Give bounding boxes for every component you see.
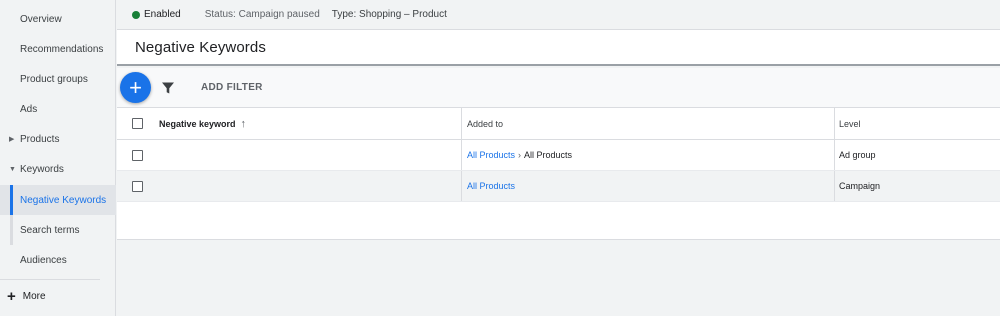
column-header-label: Level — [839, 118, 861, 129]
select-all-checkbox[interactable] — [132, 118, 143, 129]
more-button[interactable]: + More — [0, 284, 46, 308]
table-row: All Products Campaign — [117, 171, 1000, 202]
level-cell: Ad group — [839, 150, 876, 160]
added-to-cell: All Products › All Products — [467, 140, 572, 170]
level-cell: Campaign — [839, 181, 881, 191]
column-header-level[interactable]: Level — [839, 108, 861, 139]
sidebar-item-recommendations[interactable]: Recommendations — [0, 34, 116, 64]
column-divider — [461, 171, 462, 201]
sidebar-item-keywords[interactable]: ▼ Keywords — [0, 154, 116, 184]
sidebar: Overview Recommendations Product groups … — [0, 0, 116, 316]
plus-icon: + — [129, 74, 142, 100]
sidebar-item-search-terms[interactable]: Search terms — [0, 215, 116, 245]
negative-keywords-table: Negative keyword ↑ Added to Level All Pr… — [117, 108, 1000, 240]
sidebar-item-label: Products — [20, 133, 60, 145]
sidebar-divider — [0, 279, 100, 280]
table-row: All Products › All Products Ad group — [117, 140, 1000, 171]
campaign-status-bar: Enabled Status: Campaign paused Type: Sh… — [117, 0, 1000, 30]
table-toolbar: + ADD FILTER — [117, 68, 1000, 108]
sidebar-item-audiences[interactable]: Audiences — [0, 245, 116, 275]
sidebar-item-overview[interactable]: Overview — [0, 4, 116, 34]
row-checkbox[interactable] — [132, 149, 143, 161]
table-header-row: Negative keyword ↑ Added to Level — [117, 108, 1000, 140]
sidebar-item-label: Search terms — [20, 224, 80, 236]
column-divider — [834, 108, 835, 139]
plus-icon: + — [7, 287, 16, 305]
sidebar-item-negative-keywords[interactable]: Negative Keywords — [0, 185, 116, 215]
chevron-down-icon[interactable]: ▼ — [9, 166, 16, 173]
sidebar-item-label: Audiences — [20, 254, 67, 266]
add-filter-button[interactable]: ADD FILTER — [201, 82, 263, 93]
sidebar-item-label: Ads — [20, 103, 38, 115]
sidebar-item-label: Keywords — [20, 163, 64, 175]
sort-arrow-up-icon[interactable]: ↑ — [241, 118, 247, 130]
column-header-label: Negative keyword — [159, 118, 236, 129]
status-enabled[interactable]: Enabled — [144, 9, 181, 20]
column-header-negative-keyword[interactable]: Negative keyword ↑ — [159, 108, 246, 139]
sidebar-item-label: Recommendations — [20, 43, 104, 55]
add-button[interactable]: + — [120, 72, 151, 103]
column-divider — [461, 108, 462, 139]
filter-icon[interactable] — [161, 81, 175, 95]
column-header-added-to[interactable]: Added to — [467, 108, 503, 139]
added-to-target: All Products — [524, 150, 573, 160]
sidebar-item-label: Product groups — [20, 73, 88, 85]
sidebar-item-label: Negative Keywords — [20, 194, 107, 206]
column-header-label: Added to — [467, 118, 504, 129]
breadcrumb-separator: › — [518, 150, 522, 160]
campaign-type: Type: Shopping – Product — [331, 9, 447, 20]
added-to-cell: All Products — [467, 171, 515, 201]
added-to-link[interactable]: All Products — [467, 150, 515, 160]
sidebar-item-products[interactable]: ▶ Products — [0, 124, 116, 154]
chevron-right-icon[interactable]: ▶ — [9, 135, 14, 143]
sidebar-item-product-groups[interactable]: Product groups — [0, 64, 116, 94]
sidebar-item-label: Overview — [20, 13, 62, 25]
row-checkbox[interactable] — [132, 180, 143, 192]
campaign-status: Status: Campaign paused — [204, 9, 320, 20]
column-divider — [461, 140, 462, 170]
added-to-link[interactable]: All Products — [467, 181, 515, 191]
more-label: More — [22, 290, 46, 302]
column-divider — [834, 171, 835, 201]
column-divider — [834, 140, 835, 170]
status-dot-icon — [132, 10, 140, 19]
sidebar-item-ads[interactable]: Ads — [0, 94, 116, 124]
page-title: Negative Keywords — [135, 38, 266, 56]
page-header: Negative Keywords — [117, 30, 1000, 66]
